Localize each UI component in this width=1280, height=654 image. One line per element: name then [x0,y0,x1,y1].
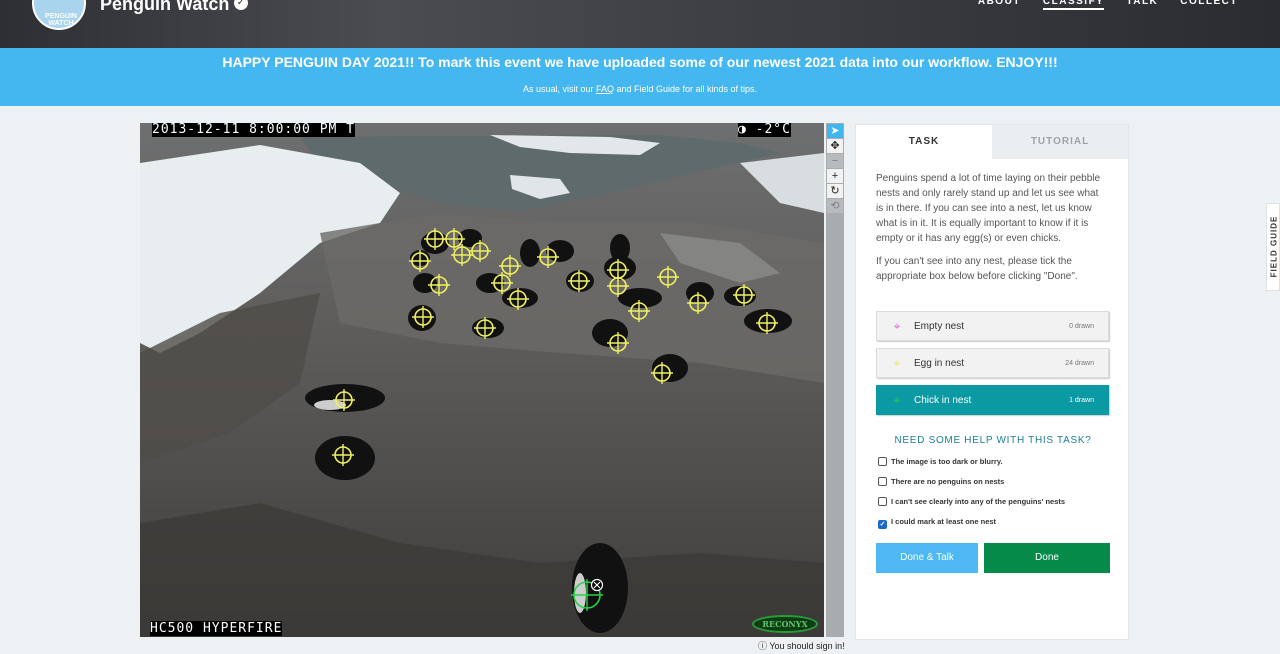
info-icon: ⓘ [758,641,768,651]
checkbox-too-dark[interactable]: The image is too dark or blurry. [878,457,1003,466]
tool-chick-in-nest[interactable]: ⌖ Chick in nest 1 drawn [876,385,1109,415]
signin-note: ⓘ You should sign in! [758,639,845,652]
egg-mark[interactable] [424,228,446,250]
done-button[interactable]: Done [984,543,1110,573]
tool-label: Egg in nest [914,358,965,369]
instructions-paragraph-2: If you can't see into any nest, please t… [876,256,1078,282]
field-guide-tab[interactable]: FIELD GUIDE [1266,203,1280,291]
egg-mark[interactable] [412,306,434,328]
task-panel: TASK TUTORIAL Penguins spend a lot of ti… [855,124,1129,640]
checkbox-label: The image is too dark or blurry. [891,457,1003,466]
tab-tutorial[interactable]: TUTORIAL [992,125,1128,159]
egg-mark[interactable] [332,444,354,466]
logo-line-2: WATCH [48,20,74,27]
egg-mark[interactable] [469,240,491,262]
checkbox-checked-icon[interactable]: ✓ [878,520,887,529]
help-title: NEED SOME HELP WITH THIS TASK? [894,435,1092,446]
faq-link[interactable]: FAQ [596,84,614,94]
egg-mark[interactable] [568,270,590,292]
viewer-toolbar: ➤ ✥ − + ↻ ⟲ [826,123,844,637]
crosshair-icon: ⌖ [893,319,901,333]
tool-label: Empty nest [914,321,965,332]
done-and-talk-button[interactable]: Done & Talk [876,543,978,573]
task-tabs: TASK TUTORIAL [856,125,1128,159]
delete-mark-icon[interactable] [590,578,604,592]
egg-mark[interactable] [607,275,629,297]
banner-sub-before: As usual, visit our [522,84,596,94]
verified-check-icon: ✓ [234,0,248,10]
egg-mark[interactable] [657,266,679,288]
nav-talk[interactable]: TALK [1126,0,1158,10]
checkbox-cant-see[interactable]: I can't see clearly into any of the peng… [878,497,1065,506]
banner-headline: HAPPY PENGUIN DAY 2021!! To mark this ev… [222,54,1058,70]
subject-image-viewer[interactable]: 2013-12-11 8:00:00 PM T ◑ -2°C HC500 HYP… [140,123,824,637]
egg-mark[interactable] [651,362,673,384]
egg-mark[interactable] [537,246,559,268]
tool-count: 24 drawn [1065,360,1094,367]
logo-line-1: PENGUIN [45,13,77,20]
checkbox-label: There are no penguins on nests [891,477,1005,486]
signin-note-text: You should sign in! [769,641,845,651]
field-guide-label: FIELD GUIDE [1269,215,1279,278]
checkbox-icon[interactable] [878,457,887,466]
egg-mark[interactable] [474,317,496,339]
nav-collect[interactable]: COLLECT [1180,0,1238,10]
task-instructions: Penguins spend a lot of time laying on t… [856,159,1128,284]
tool-count: 1 drawn [1069,397,1094,404]
reset-icon[interactable]: ⟲ [827,199,843,213]
top-header: PENGUIN WATCH Penguin Watch ✓ ABOUT CLAS… [0,0,1280,48]
tool-empty-nest[interactable]: ⌖ Empty nest 0 drawn [876,311,1109,341]
announcement-banner: HAPPY PENGUIN DAY 2021!! To mark this ev… [0,48,1280,106]
project-logo[interactable]: PENGUIN WATCH [32,0,86,30]
egg-mark[interactable] [507,288,529,310]
checkbox-no-penguins[interactable]: There are no penguins on nests [878,477,1004,486]
tool-label: Chick in nest [914,395,972,406]
project-title[interactable]: Penguin Watch [100,0,229,15]
tool-count: 0 drawn [1069,323,1094,330]
egg-mark[interactable] [607,332,629,354]
tool-egg-in-nest[interactable]: ⌖ Egg in nest 24 drawn [876,348,1109,378]
egg-mark[interactable] [687,292,709,314]
crosshair-icon: ⌖ [893,356,901,370]
zoom-in-icon[interactable]: + [827,169,843,183]
checkbox-label: I can't see clearly into any of the peng… [891,497,1066,506]
egg-mark[interactable] [409,250,431,272]
classification-marks-layer [332,228,778,611]
egg-mark[interactable] [333,389,355,411]
instructions-paragraph-1: Penguins spend a lot of time laying on t… [876,173,1101,244]
crosshair-icon: ⌖ [893,393,901,407]
rotate-icon[interactable]: ↻ [827,184,843,198]
egg-mark[interactable] [428,274,450,296]
tab-task[interactable]: TASK [856,125,992,159]
egg-mark[interactable] [733,284,755,306]
egg-mark[interactable] [756,312,778,334]
main-nav: ABOUT CLASSIFY TALK COLLECT [978,0,1238,10]
egg-mark[interactable] [628,300,650,322]
banner-sub-after: and Field Guide for all kinds of tips. [613,84,758,94]
nav-classify[interactable]: CLASSIFY [1042,0,1105,10]
checkbox-marked-one[interactable]: ✓ I could mark at least one nest [878,517,996,529]
zoom-out-icon[interactable]: − [827,154,843,168]
checkbox-icon[interactable] [878,497,887,506]
banner-subtext: As usual, visit our FAQ and Field Guide … [0,84,1280,94]
move-icon[interactable]: ✥ [827,139,843,153]
checkbox-icon[interactable] [878,477,887,486]
checkbox-label: I could mark at least one nest [891,517,997,526]
nav-about[interactable]: ABOUT [978,0,1021,10]
pointer-icon[interactable]: ➤ [827,124,843,138]
